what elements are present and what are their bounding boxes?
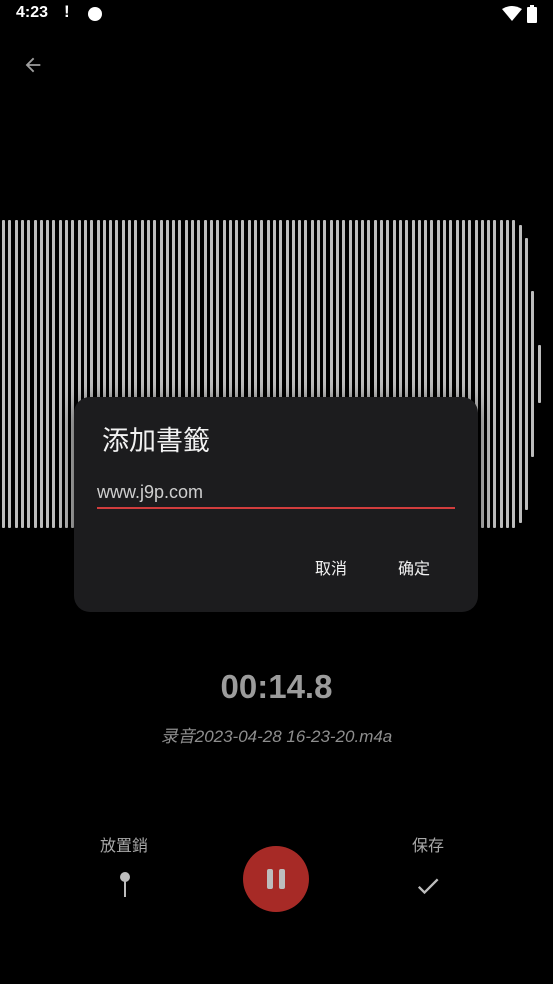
check-icon [417,878,439,895]
pin-icon [120,872,130,897]
waveform-bar [499,220,503,528]
waveform-bar [65,220,68,528]
status-time: 4:23 [16,4,49,21]
ok-button[interactable]: 确定 [398,555,430,579]
waveform-bar [14,220,18,528]
back-button[interactable] [16,48,50,82]
waveform-bar [537,344,541,404]
waveform-bar [33,220,37,528]
notification-dot-icon [88,7,102,21]
waveform-bar [46,220,50,528]
add-bookmark-dialog: 添加書籤 取消 确定 [74,397,478,612]
alert-icon: ! [64,2,70,21]
waveform-bar [531,290,535,458]
status-bar: 4:23 ! [0,0,553,30]
bookmark-name-input[interactable] [97,477,455,509]
waveform-bar [524,238,528,510]
elapsed-timer: 00:14.8 [220,668,333,705]
battery-icon [527,5,537,23]
arrow-left-icon [25,57,41,73]
cancel-button[interactable]: 取消 [315,555,347,579]
waveform-bar [518,224,522,524]
waveform-bar [20,220,24,528]
pin-label: 放置銷 [100,836,149,855]
dialog-title: 添加書籤 [102,426,210,457]
wifi-icon [502,6,522,21]
waveform-bar [2,220,5,528]
pin-button[interactable] [112,868,138,902]
pause-icon [267,869,285,889]
waveform-bar [58,220,62,528]
waveform-bar [493,220,497,528]
waveform-bar [487,220,491,528]
waveform-bar [480,220,484,528]
waveform-bar [8,220,12,528]
save-label: 保存 [412,836,445,855]
waveform-bar [39,220,43,528]
save-button[interactable] [414,872,442,900]
waveform-bar [512,220,516,528]
waveform-bar [52,220,56,528]
waveform-bar [27,220,31,528]
recording-filename: 录音2023-04-28 16-23-20.m4a [160,727,393,746]
pause-button[interactable] [243,846,309,912]
waveform-bar [506,220,509,528]
